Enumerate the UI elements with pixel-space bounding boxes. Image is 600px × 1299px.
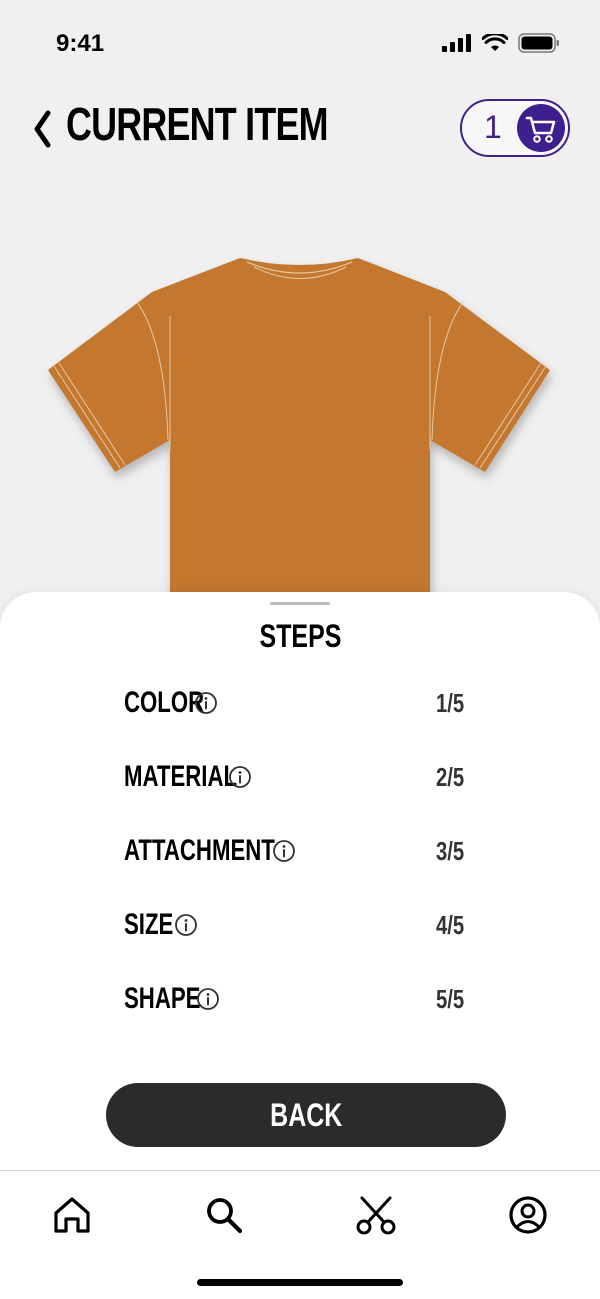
cart-count: 1 xyxy=(484,109,502,145)
back-button-label: BACK xyxy=(269,1096,343,1133)
step-row-material[interactable]: MATERIAL 2/5 xyxy=(124,760,464,800)
info-icon[interactable] xyxy=(194,691,218,715)
bottom-nav xyxy=(0,1170,600,1299)
product-image xyxy=(40,250,560,600)
signal-icon xyxy=(442,34,471,52)
step-progress: 4/5 xyxy=(435,910,464,940)
home-indicator[interactable] xyxy=(197,1279,403,1286)
shirt-body xyxy=(48,258,550,600)
step-label: COLOR xyxy=(124,686,205,719)
step-row-size[interactable]: SIZE 4/5 xyxy=(124,908,464,948)
step-row-attachment[interactable]: ATTACHMENT 3/5 xyxy=(124,834,464,874)
step-row-color[interactable]: COLOR 1/5 xyxy=(124,686,464,726)
header: CURRENT ITEM 1 xyxy=(0,95,600,165)
t-shirt-image xyxy=(48,258,550,600)
step-label: MATERIAL xyxy=(124,760,238,793)
status-icons xyxy=(442,33,560,53)
sheet-handle[interactable] xyxy=(270,602,330,605)
step-label: SHAPE xyxy=(124,982,201,1015)
step-progress: 1/5 xyxy=(435,688,464,718)
info-icon[interactable] xyxy=(174,913,198,937)
step-progress: 3/5 xyxy=(435,836,464,866)
battery-icon xyxy=(518,33,559,53)
info-icon[interactable] xyxy=(228,765,252,789)
steps-title: STEPS xyxy=(0,618,600,655)
step-progress: 2/5 xyxy=(435,762,464,792)
cart-icon xyxy=(517,104,565,152)
scissors-icon[interactable] xyxy=(354,1193,398,1237)
info-icon[interactable] xyxy=(272,839,296,863)
back-button[interactable]: BACK xyxy=(106,1083,506,1147)
status-bar: 9:41 xyxy=(0,0,600,90)
search-icon[interactable] xyxy=(202,1193,246,1237)
wifi-icon xyxy=(482,34,508,51)
status-time: 9:41 xyxy=(56,30,105,57)
step-row-shape[interactable]: SHAPE 5/5 xyxy=(124,982,464,1022)
steps-title-text: STEPS xyxy=(259,618,341,654)
step-label: ATTACHMENT xyxy=(124,834,275,867)
cart-button[interactable]: 1 xyxy=(460,99,570,157)
chevron-left-icon[interactable] xyxy=(30,109,54,149)
page-title: CURRENT ITEM xyxy=(66,98,329,150)
profile-icon[interactable] xyxy=(506,1193,550,1237)
home-icon[interactable] xyxy=(50,1193,94,1237)
step-label: SIZE xyxy=(124,908,174,941)
info-icon[interactable] xyxy=(196,987,220,1011)
step-progress: 5/5 xyxy=(435,984,464,1014)
